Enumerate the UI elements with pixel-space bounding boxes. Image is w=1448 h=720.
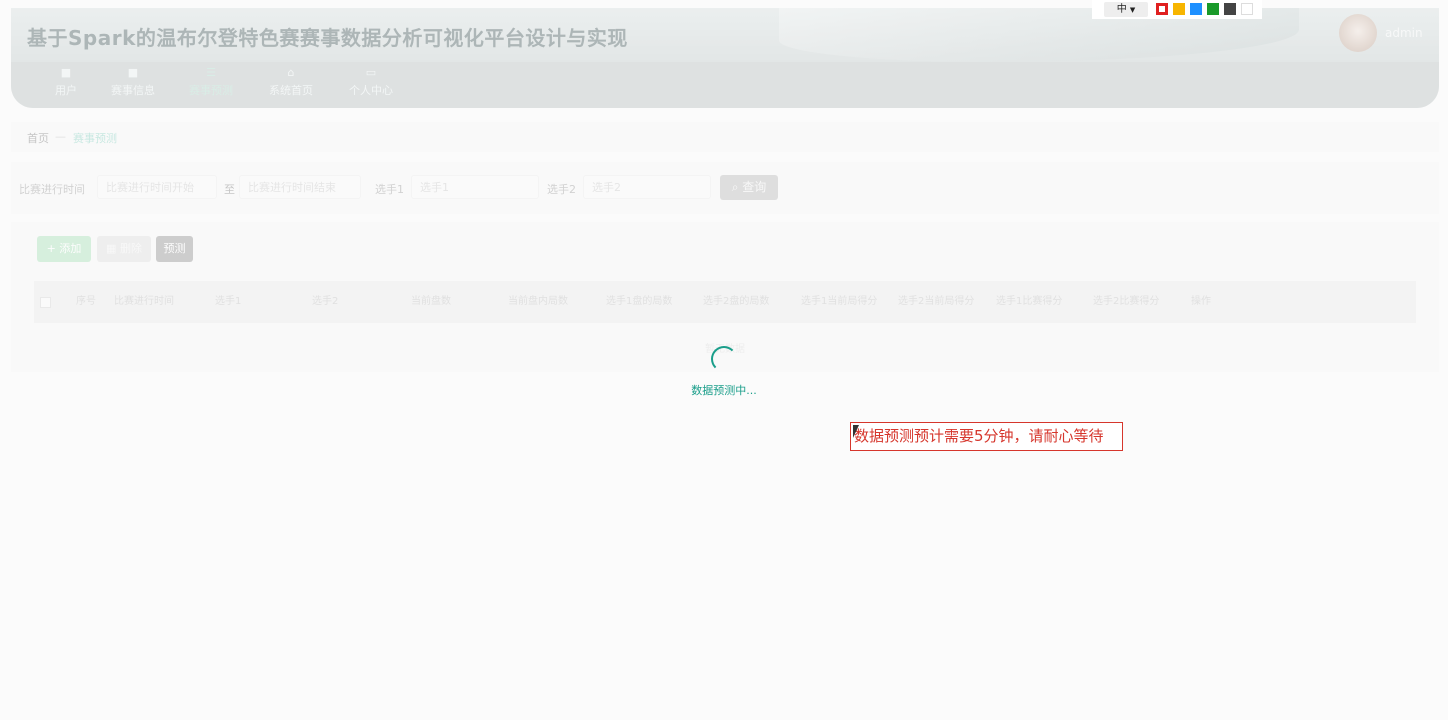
column-header[interactable]: 选手2 bbox=[312, 286, 402, 318]
end-date-input[interactable]: 比赛进行时间结束 bbox=[239, 175, 361, 199]
theme-swatch-blue[interactable] bbox=[1190, 3, 1202, 15]
mouse-cursor-icon bbox=[853, 425, 859, 438]
nav-item-label: 赛事预测 bbox=[189, 84, 233, 97]
match-time-label: 比赛进行时间 bbox=[19, 183, 85, 196]
player2-input[interactable]: 选手2 bbox=[583, 175, 711, 199]
calendar-icon: ▭ bbox=[365, 66, 377, 79]
avatar bbox=[1339, 14, 1377, 52]
home-icon: ⌂ bbox=[287, 66, 295, 79]
user-icon: ■ bbox=[60, 66, 72, 79]
theme-toolbar: 中 ▼ bbox=[1092, 0, 1262, 19]
player2-label: 选手2 bbox=[547, 183, 576, 196]
breadcrumb-home[interactable]: 首页 bbox=[27, 130, 49, 146]
delete-button[interactable]: ▦ 删除 bbox=[97, 236, 151, 262]
column-header[interactable]: 当前盘内局数 bbox=[508, 286, 598, 318]
player1-label: 选手1 bbox=[375, 183, 404, 196]
column-header[interactable]: 选手1 bbox=[215, 286, 305, 318]
column-header: 操作 bbox=[1191, 296, 1211, 307]
nav-item-user[interactable]: ■ 用户 bbox=[45, 66, 87, 98]
wait-notice: 数据预测预计需要5分钟，请耐心等待 bbox=[850, 422, 1123, 451]
table-header: 序号 比赛进行时间 选手1 选手2 当前盘数 当前盘内局数 选手1盘的局数 选手… bbox=[34, 281, 1416, 323]
theme-swatch-red[interactable] bbox=[1156, 3, 1168, 15]
breadcrumb: 首页 — 赛事预测 bbox=[11, 122, 1439, 152]
document-icon: ■ bbox=[127, 66, 139, 79]
site-title: 基于Spark的温布尔登特色赛赛事数据分析可视化平台设计与实现 bbox=[27, 26, 628, 50]
column-header[interactable]: 比赛进行时间 bbox=[114, 286, 204, 318]
select-all-checkbox[interactable] bbox=[40, 286, 52, 318]
loading-spinner-icon bbox=[711, 346, 737, 372]
add-button[interactable]: + 添加 bbox=[37, 236, 91, 262]
trash-icon: ▦ bbox=[106, 242, 117, 255]
list-icon: ☰ bbox=[206, 66, 216, 79]
search-form: 比赛进行时间 比赛进行时间开始 至 比赛进行时间结束 选手1 选手1 选手2 选… bbox=[11, 162, 1439, 214]
nav-item-label: 用户 bbox=[55, 84, 77, 97]
caret-down-icon: ▼ bbox=[1129, 6, 1136, 14]
player1-input[interactable]: 选手1 bbox=[411, 175, 539, 199]
nav-item-label: 系统首页 bbox=[269, 84, 313, 97]
breadcrumb-separator: — bbox=[55, 130, 66, 143]
user-menu[interactable]: admin bbox=[1339, 14, 1423, 54]
search-icon: ⌕ bbox=[731, 180, 739, 194]
nav-item-personal-center[interactable]: ▭ 个人中心 bbox=[341, 66, 401, 98]
app-header: 基于Spark的温布尔登特色赛赛事数据分析可视化平台设计与实现 ■ 用户 ■ 赛… bbox=[11, 8, 1439, 108]
range-separator: 至 bbox=[224, 183, 235, 196]
start-date-input[interactable]: 比赛进行时间开始 bbox=[97, 175, 217, 199]
column-header: 序号 bbox=[76, 296, 96, 307]
nav-item-label: 个人中心 bbox=[349, 84, 393, 97]
loading-text: 数据预测中... bbox=[691, 384, 757, 397]
nav-item-label: 赛事信息 bbox=[111, 84, 155, 97]
column-header[interactable]: 选手2当前局得分 bbox=[898, 286, 978, 318]
column-header[interactable]: 当前盘数 bbox=[411, 286, 501, 318]
main-nav: ■ 用户 ■ 赛事信息 ☰ 赛事预测 ⌂ 系统首页 ▭ 个人中心 bbox=[11, 62, 1439, 108]
nav-item-home[interactable]: ⌂ 系统首页 bbox=[261, 66, 321, 98]
theme-swatch-dark[interactable] bbox=[1224, 3, 1236, 15]
column-header[interactable]: 选手1当前局得分 bbox=[801, 286, 881, 318]
query-button[interactable]: ⌕ 查询 bbox=[720, 175, 778, 200]
theme-swatch-orange[interactable] bbox=[1173, 3, 1185, 15]
plus-icon: + bbox=[46, 242, 56, 255]
theme-swatch-green[interactable] bbox=[1207, 3, 1219, 15]
nav-item-match-info[interactable]: ■ 赛事信息 bbox=[103, 66, 163, 98]
add-button-label: 添加 bbox=[59, 242, 82, 255]
delete-button-label: 删除 bbox=[119, 242, 142, 255]
column-header[interactable]: 选手2比赛得分 bbox=[1093, 286, 1183, 318]
column-header[interactable]: 选手1比赛得分 bbox=[996, 286, 1086, 318]
breadcrumb-current: 赛事预测 bbox=[73, 132, 117, 145]
language-value: 中 bbox=[1116, 4, 1127, 15]
nav-item-match-prediction[interactable]: ☰ 赛事预测 bbox=[181, 66, 241, 98]
column-header[interactable]: 选手1盘的局数 bbox=[606, 286, 696, 318]
theme-swatch-white[interactable] bbox=[1241, 3, 1253, 15]
column-header[interactable]: 选手2盘的局数 bbox=[703, 286, 793, 318]
language-select[interactable]: 中 ▼ bbox=[1104, 2, 1148, 17]
query-button-label: 查询 bbox=[742, 180, 767, 194]
username: admin bbox=[1385, 26, 1423, 40]
predict-button[interactable]: 预测 bbox=[156, 236, 193, 262]
